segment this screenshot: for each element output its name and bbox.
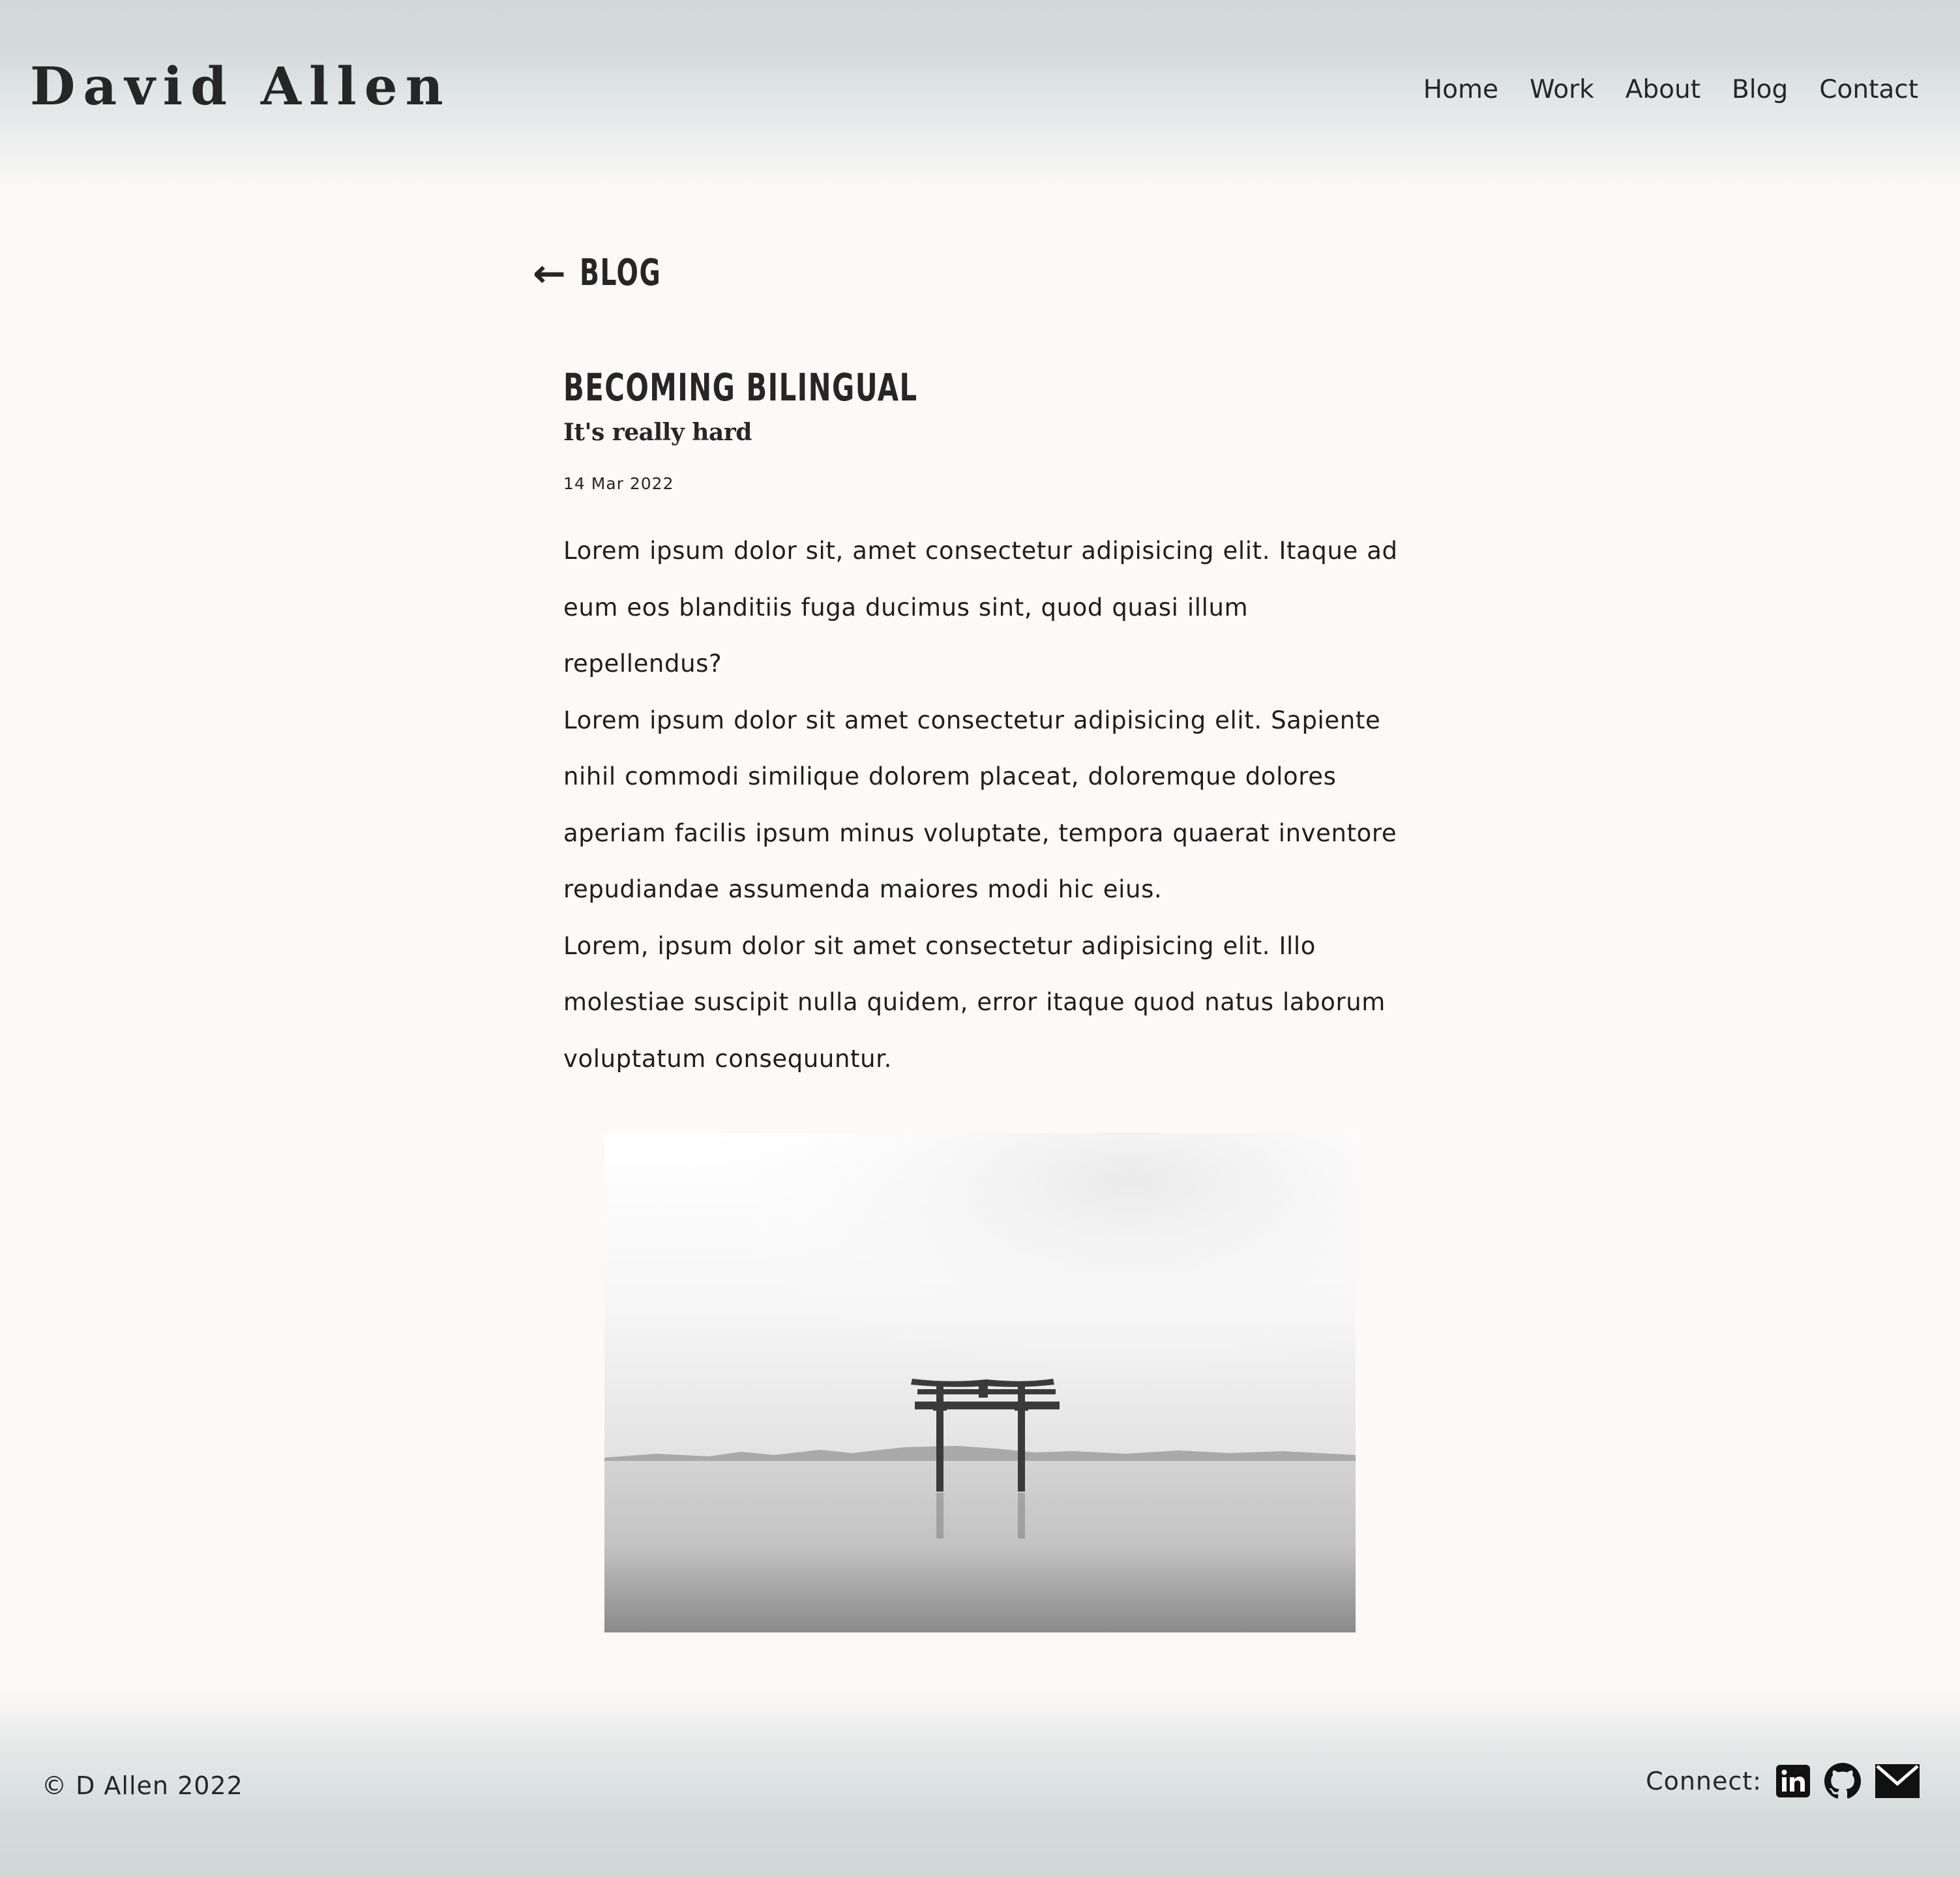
back-link-label: BLOG [579, 252, 661, 294]
blog-post: BECOMING BILINGUAL It's really hard 14 M… [563, 368, 1411, 1087]
torii-gate-photo [604, 1133, 1356, 1632]
site-header: David Allen Home Work About Blog Contact [0, 0, 1960, 189]
arrow-left-icon: ← [532, 251, 566, 295]
back-to-blog-link[interactable]: ← BLOG [533, 254, 684, 292]
post-paragraph: Lorem ipsum dolor sit, amet consectetur … [563, 537, 1398, 678]
post-paragraph: Lorem, ipsum dolor sit amet consectetur … [563, 931, 1386, 1073]
copyright-text: © D Allen 2022 [42, 1771, 243, 1800]
github-icon[interactable] [1824, 1763, 1861, 1799]
post-date: 14 Mar 2022 [563, 474, 674, 493]
post-paragraph: Lorem ipsum dolor sit amet consectetur a… [563, 706, 1397, 904]
site-logo[interactable]: David Allen [30, 60, 451, 112]
post-title: BECOMING BILINGUAL [563, 365, 918, 410]
linkedin-icon[interactable] [1776, 1765, 1810, 1797]
post-body: Lorem ipsum dolor sit, amet consectetur … [563, 523, 1404, 1087]
site-footer: © D Allen 2022 Connect: [0, 1689, 1960, 1877]
connect-label: Connect: [1646, 1767, 1762, 1795]
nav-home[interactable]: Home [1423, 77, 1498, 102]
main-nav: Home Work About Blog Contact [1423, 77, 1918, 102]
nav-blog[interactable]: Blog [1732, 77, 1788, 102]
nav-work[interactable]: Work [1530, 77, 1594, 102]
torii-gate-illustration [604, 1133, 1356, 1632]
nav-contact[interactable]: Contact [1819, 77, 1918, 102]
connect-section: Connect: [1646, 1763, 1920, 1799]
post-subtitle: It's really hard [563, 419, 752, 446]
mail-icon[interactable] [1875, 1764, 1920, 1798]
nav-about[interactable]: About [1626, 77, 1700, 102]
